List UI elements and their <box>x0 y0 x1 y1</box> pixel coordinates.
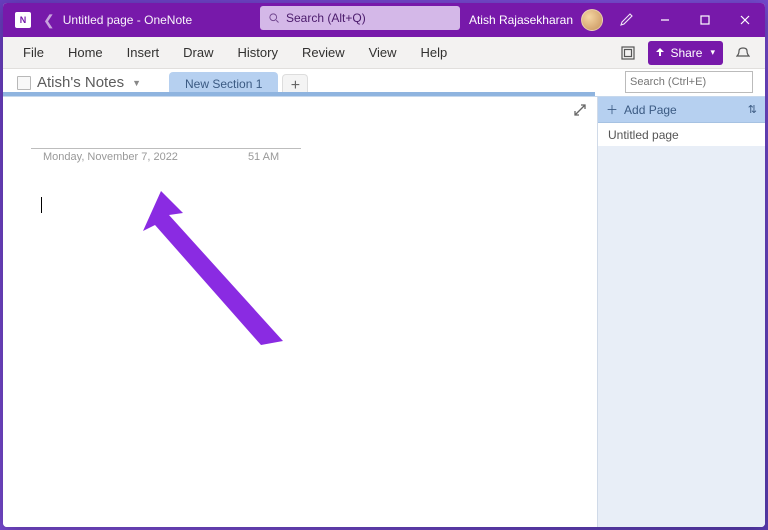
page-search[interactable]: 🔍▾ <box>625 71 753 93</box>
app-icon: N <box>11 10 35 30</box>
close-button[interactable] <box>725 3 765 37</box>
maximize-button[interactable] <box>685 3 725 37</box>
notifications-icon[interactable] <box>729 41 757 65</box>
back-icon[interactable]: ❮ <box>43 12 55 29</box>
notebook-header: Atish's Notes ▼ New Section 1 + 🔍▾ <box>3 69 765 97</box>
share-button[interactable]: Share ▾ <box>648 41 723 65</box>
chevron-down-icon: ▼ <box>132 78 141 88</box>
menu-draw[interactable]: Draw <box>171 39 225 66</box>
note-canvas[interactable]: Monday, November 7, 2022 51 AM <box>3 97 597 527</box>
minimize-button[interactable] <box>645 3 685 37</box>
menu-file[interactable]: File <box>11 39 56 66</box>
search-input[interactable]: Search (Alt+Q) <box>260 6 460 30</box>
sort-pages-icon[interactable]: ⇅ <box>748 103 757 116</box>
page-time: 51 AM <box>248 151 279 163</box>
menu-home[interactable]: Home <box>56 39 115 66</box>
menu-insert[interactable]: Insert <box>115 39 172 66</box>
page-search-input[interactable] <box>630 76 765 88</box>
user-name[interactable]: Atish Rajasekharan <box>469 13 573 27</box>
menu-history[interactable]: History <box>226 39 290 66</box>
text-cursor <box>41 197 42 213</box>
chevron-down-icon: ▾ <box>710 47 715 58</box>
menu-review[interactable]: Review <box>290 39 357 66</box>
ribbon-tabs: File Home Insert Draw History Review Vie… <box>3 37 765 69</box>
avatar[interactable] <box>581 9 603 31</box>
annotation-arrow <box>133 191 313 361</box>
menu-help[interactable]: Help <box>409 39 460 66</box>
add-page-button[interactable]: ＋ Add Page ⇅ <box>598 97 765 123</box>
plus-icon: ＋ <box>606 101 618 118</box>
page-title-input[interactable] <box>31 125 301 149</box>
notebook-icon <box>17 76 31 90</box>
pen-mode-icon[interactable] <box>619 11 635 30</box>
expand-icon[interactable] <box>573 103 587 122</box>
page-list-item[interactable]: Untitled page <box>598 123 765 147</box>
share-icon <box>654 47 666 59</box>
page-date-row: Monday, November 7, 2022 51 AM <box>31 151 301 163</box>
section-strip <box>3 92 595 96</box>
page-date: Monday, November 7, 2022 <box>43 151 178 163</box>
search-icon <box>268 12 280 24</box>
page-list-pane: ＋ Add Page ⇅ Untitled page <box>597 97 765 527</box>
search-placeholder: Search (Alt+Q) <box>286 11 366 25</box>
menu-view[interactable]: View <box>357 39 409 66</box>
title-bar: N ❮ Untitled page - OneNote Atish Rajase… <box>3 3 765 37</box>
fullscreen-icon[interactable] <box>614 41 642 65</box>
notebook-name-label: Atish's Notes <box>37 74 124 91</box>
window-title: Untitled page - OneNote <box>63 13 192 27</box>
